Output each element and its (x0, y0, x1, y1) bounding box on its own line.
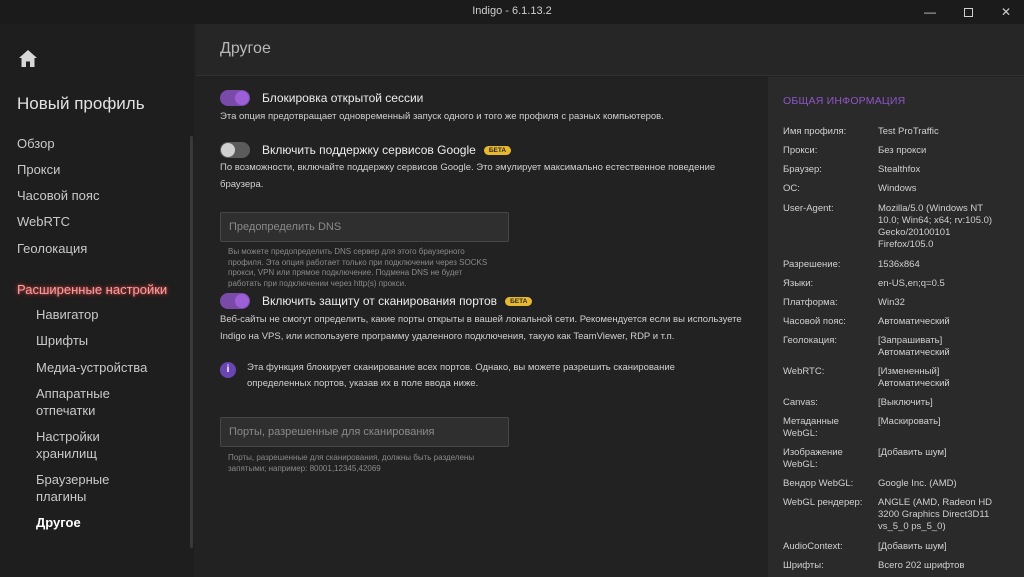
sidebar-scrollbar[interactable] (190, 136, 193, 548)
maximize-button[interactable] (952, 0, 984, 24)
maximize-icon (963, 7, 973, 17)
info-value: Автоматический (878, 316, 950, 327)
toggle-knob (221, 143, 235, 157)
sidebar: Новый профиль Обзор Прокси Часовой пояс … (0, 24, 194, 577)
general-info-panel: ОБЩАЯ ИНФОРМАЦИЯ Имя профиля: Test ProTr… (768, 77, 1024, 577)
info-key: Разрешение: (783, 259, 841, 270)
google-services-toggle[interactable] (220, 142, 250, 158)
ports-hint: Порты, разрешенные для сканирования, дол… (228, 453, 475, 473)
profile-title: Новый профиль (17, 94, 145, 113)
ports-input[interactable] (221, 418, 508, 446)
sidebar-item-proxy[interactable]: Прокси (17, 162, 60, 177)
info-value: en-US,en;q=0.5 (878, 278, 945, 289)
beta-badge: БЕТА (505, 297, 533, 306)
close-button[interactable]: ✕ (990, 0, 1022, 24)
beta-badge: БЕТА (483, 146, 512, 155)
info-value: [Выключить] (878, 397, 933, 408)
dns-hint: Вы можете предопределить DNS сервер для … (228, 247, 488, 288)
info-value: Windows (878, 183, 917, 194)
toggle-knob (235, 294, 249, 308)
info-key: Вендор WebGL: (783, 478, 854, 489)
sidebar-item-geolocation[interactable]: Геолокация (17, 241, 87, 256)
session-lock-title: Блокировка открытой сессии (262, 91, 424, 105)
info-key: Шрифты: (783, 560, 824, 571)
info-value: ANGLE (AMD, Radeon HD 3200 Graphics Dire… (878, 497, 993, 532)
home-icon[interactable] (17, 48, 39, 70)
info-value: Test ProTraffic (878, 126, 939, 137)
sidebar-item-media-devices[interactable]: Медиа-устройства (36, 359, 176, 376)
info-value: Без прокси (878, 145, 927, 156)
session-lock-description: Эта опция предотвращает одновременный за… (220, 111, 664, 122)
info-value: [Запрашивать] Автоматический (878, 335, 950, 358)
sidebar-item-navigator[interactable]: Навигатор (36, 306, 176, 323)
info-value: Google Inc. (AMD) (878, 478, 957, 489)
info-key: Часовой пояс: (783, 316, 846, 327)
session-lock-toggle[interactable] (220, 90, 250, 106)
info-value: [Добавить шум] (878, 447, 947, 458)
sidebar-item-fonts[interactable]: Шрифты (36, 332, 176, 349)
info-key: Платформа: (783, 297, 838, 308)
info-value: 1536x864 (878, 259, 920, 270)
settings-content: Блокировка открытой сессии Эта опция пре… (196, 77, 768, 577)
info-key: User-Agent: (783, 203, 834, 214)
sidebar-item-browser-plugins[interactable]: Браузерные плагины (36, 471, 136, 505)
info-value: Всего 202 шрифтов (878, 560, 965, 571)
minimize-button[interactable]: — (914, 0, 946, 24)
info-value: Mozilla/5.0 (Windows NT 10.0; Win64; x64… (878, 203, 993, 250)
title-bar: Indigo - 6.1.13.2 — ✕ (0, 0, 1024, 24)
sidebar-item-hardware-fingerprints[interactable]: Аппаратные отпечатки (36, 385, 136, 419)
info-key: Метаданные WebGL: (783, 416, 839, 439)
info-value: [Маскировать] (878, 416, 941, 427)
info-key: WebGL рендерер: (783, 497, 863, 508)
dns-field[interactable] (220, 212, 509, 242)
info-key: Изображение WebGL: (783, 447, 843, 470)
page-title: Другое (220, 40, 271, 57)
info-icon: i (220, 362, 236, 378)
ports-field[interactable] (220, 417, 509, 447)
dns-input[interactable] (221, 213, 508, 241)
info-key: Прокси: (783, 145, 818, 156)
window-title: Indigo - 6.1.13.2 (472, 5, 552, 17)
info-value: [Добавить шум] (878, 541, 947, 552)
info-value: [Измененный] Автоматический (878, 366, 950, 389)
port-scan-title: Включить защиту от сканирования портов БЕ… (262, 294, 533, 308)
info-key: Языки: (783, 278, 814, 289)
info-key: ОС: (783, 183, 800, 194)
sidebar-item-storage-settings[interactable]: Настройки хранилищ (36, 428, 136, 462)
info-key: Имя профиля: (783, 126, 847, 137)
sidebar-item-webrtc[interactable]: WebRTC (17, 214, 70, 229)
google-services-label: Включить поддержку сервисов Google (262, 143, 476, 157)
port-scan-description: Веб-сайты не смогут определить, какие по… (220, 314, 742, 342)
port-scan-info-text: Эта функция блокирует сканирование всех … (247, 362, 675, 389)
page-header: Другое (196, 24, 1024, 76)
google-services-title: Включить поддержку сервисов Google БЕТА (262, 143, 512, 157)
port-scan-label: Включить защиту от сканирования портов (262, 294, 498, 308)
info-key: Геолокация: (783, 335, 837, 346)
info-value: Win32 (878, 297, 905, 308)
info-key: AudioContext: (783, 541, 843, 552)
info-value: Stealthfox (878, 164, 921, 175)
sidebar-item-timezone[interactable]: Часовой пояс (17, 188, 99, 203)
sidebar-item-overview[interactable]: Обзор (17, 136, 55, 151)
toggle-knob (235, 91, 249, 105)
info-key: Браузер: (783, 164, 822, 175)
google-services-description: По возможности, включайте поддержку серв… (220, 162, 716, 190)
sidebar-section-advanced[interactable]: Расширенные настройки (17, 282, 167, 297)
sidebar-item-other[interactable]: Другое (36, 514, 176, 531)
port-scan-toggle[interactable] (220, 293, 250, 309)
general-info-heading: ОБЩАЯ ИНФОРМАЦИЯ (783, 95, 906, 107)
info-key: Canvas: (783, 397, 818, 408)
info-key: WebRTC: (783, 366, 825, 377)
